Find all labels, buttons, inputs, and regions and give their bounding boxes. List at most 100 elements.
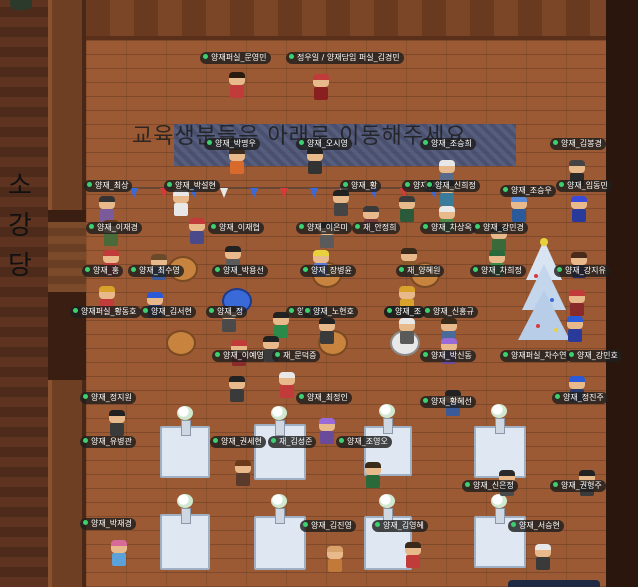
avatar-nametag[interactable]: 양재퍼실_문영민 [200, 52, 271, 64]
avatar-name: 양재_박신동 [431, 351, 472, 360]
avatar-head [229, 72, 245, 85]
avatar-name: 양재_박명우 [215, 139, 256, 148]
avatar-nametag[interactable]: 양재_강민경 [472, 222, 528, 234]
avatar-nametag[interactable]: 양재_권세현 [210, 436, 266, 448]
avatar[interactable] [396, 196, 418, 224]
avatar-body [320, 235, 334, 248]
avatar[interactable] [226, 376, 248, 404]
online-dot-icon [207, 140, 212, 145]
bottom-toolbar-edge[interactable] [508, 580, 600, 587]
avatar-head [441, 318, 457, 331]
avatar-nametag[interactable]: 양재_이재경 [86, 222, 142, 234]
avatar-nametag[interactable]: 양재_김봉경 [550, 138, 606, 150]
avatar[interactable] [232, 460, 254, 488]
avatar-nametag[interactable]: 양재_박명우 [204, 138, 260, 150]
avatar-nametag[interactable]: 양재_신은정 [462, 480, 518, 492]
avatar-body [308, 161, 322, 174]
avatar-body [328, 559, 342, 572]
avatar-nametag[interactable]: 재_문덕증 [272, 350, 321, 362]
avatar-nametag[interactable]: 양재_박설현 [164, 180, 220, 192]
avatar[interactable] [186, 218, 208, 246]
right-wall [606, 0, 638, 587]
avatar-nametag[interactable]: 정우일 / 양재담임 퍼실_김경민 [286, 52, 404, 64]
avatar[interactable] [304, 148, 326, 176]
avatar[interactable] [568, 196, 590, 224]
avatar-head [279, 372, 295, 385]
avatar-nametag[interactable]: 양재_강지유 [554, 265, 610, 277]
avatar-nametag[interactable]: 양재_서승현 [508, 520, 564, 532]
avatar-nametag[interactable]: 양재_조승희 [420, 138, 476, 150]
avatar-nametag[interactable]: 양재_조승우 [500, 185, 556, 197]
online-dot-icon [465, 482, 470, 487]
avatar[interactable] [362, 462, 384, 490]
avatar[interactable] [310, 74, 332, 102]
avatar-nametag[interactable]: 양재_정 [206, 306, 248, 318]
avatar-nametag[interactable]: 재_안정희 [352, 222, 401, 234]
avatar-nametag[interactable]: 양재_김서현 [140, 306, 196, 318]
virtual-office-map[interactable]: 소강당 교육생분들은 아래로 이동해주세요 양재퍼실_문영민 정우일 / 양재담… [0, 0, 638, 587]
avatar-nametag[interactable]: 재_양혜원 [396, 265, 445, 277]
avatar[interactable] [226, 72, 248, 100]
avatar-nametag[interactable]: 양재_조영오 [336, 436, 392, 448]
avatar-name: 재_문덕증 [283, 351, 317, 360]
avatar-nametag[interactable]: 양재_김영혜 [372, 520, 428, 532]
avatar-nametag[interactable]: 양재_강민호 [566, 350, 622, 362]
online-dot-icon [87, 182, 92, 187]
avatar-nametag[interactable]: 양재_황혜선 [420, 396, 476, 408]
avatar[interactable] [276, 372, 298, 400]
avatar[interactable] [316, 418, 338, 446]
online-dot-icon [305, 308, 310, 313]
avatar[interactable] [316, 318, 338, 346]
avatar-nametag[interactable]: 양재_신홍규 [422, 306, 478, 318]
avatar-nametag[interactable]: 재_김성준 [268, 436, 317, 448]
avatar[interactable] [564, 316, 586, 344]
avatar-nametag[interactable]: 양재퍼실_황동호 [70, 306, 141, 318]
online-dot-icon [343, 182, 348, 187]
avatar-nametag[interactable]: 양재_차상옥 [420, 222, 476, 234]
avatar-nametag[interactable]: 양재_박재경 [80, 518, 136, 530]
avatar[interactable] [106, 410, 128, 438]
avatar-nametag[interactable]: 양재_홍 [82, 265, 124, 277]
pillar-lower [48, 380, 86, 587]
avatar-nametag[interactable]: 양재퍼실_차수연 [500, 350, 571, 362]
round-table[interactable] [166, 330, 196, 356]
avatar-nametag[interactable]: 양재_조 [384, 306, 426, 318]
avatar-nametag[interactable]: 양재_박용선 [212, 265, 268, 277]
avatar-nametag[interactable]: 양재_황 [340, 180, 382, 192]
avatar-nametag[interactable]: 양재_최상 [84, 180, 133, 192]
avatar-name: 양재_최정인 [307, 393, 348, 402]
avatar-nametag[interactable]: 양재_권형주 [550, 480, 606, 492]
avatar[interactable] [324, 546, 346, 574]
avatar-nametag[interactable]: 양재_노현호 [302, 306, 358, 318]
avatar-nametag[interactable]: 양재_신희정 [424, 180, 480, 192]
avatar[interactable] [226, 148, 248, 176]
avatar-body [222, 319, 236, 332]
avatar-nametag[interactable]: 양재_정지원 [80, 392, 136, 404]
avatar-nametag[interactable]: 양재_유병관 [80, 436, 136, 448]
avatar-nametag[interactable]: 양재_임동민 [556, 180, 612, 192]
avatar[interactable] [108, 540, 130, 568]
avatar-body [572, 209, 586, 222]
avatar[interactable] [532, 544, 554, 572]
avatar-nametag[interactable]: 양재_박신동 [420, 350, 476, 362]
doorway[interactable] [48, 222, 88, 292]
avatar-nametag[interactable]: 양재_이재협 [208, 222, 264, 234]
avatar-name: 양재_김진영 [311, 521, 352, 530]
avatar-nametag[interactable]: 양재_오시영 [296, 138, 352, 150]
avatar-nametag[interactable]: 양재_장병윤 [300, 265, 356, 277]
avatar-nametag[interactable]: 양재_차희정 [470, 265, 526, 277]
avatar[interactable] [170, 190, 192, 218]
avatar[interactable] [330, 190, 352, 218]
avatar[interactable] [402, 542, 424, 570]
avatar[interactable] [508, 196, 530, 224]
avatar-nametag[interactable]: 양재_김진영 [300, 520, 356, 532]
avatar-nametag[interactable]: 양재_정진주 [552, 392, 608, 404]
avatar-name: 양재_권세현 [221, 437, 262, 446]
table[interactable] [254, 516, 306, 570]
avatar-nametag[interactable]: 양재_최정인 [296, 392, 352, 404]
avatar[interactable] [566, 290, 588, 318]
avatar[interactable] [396, 318, 418, 346]
avatar-nametag[interactable]: 양재_이은미 [296, 222, 352, 234]
avatar-nametag[interactable]: 양재_최수영 [128, 265, 184, 277]
online-dot-icon [423, 224, 428, 229]
